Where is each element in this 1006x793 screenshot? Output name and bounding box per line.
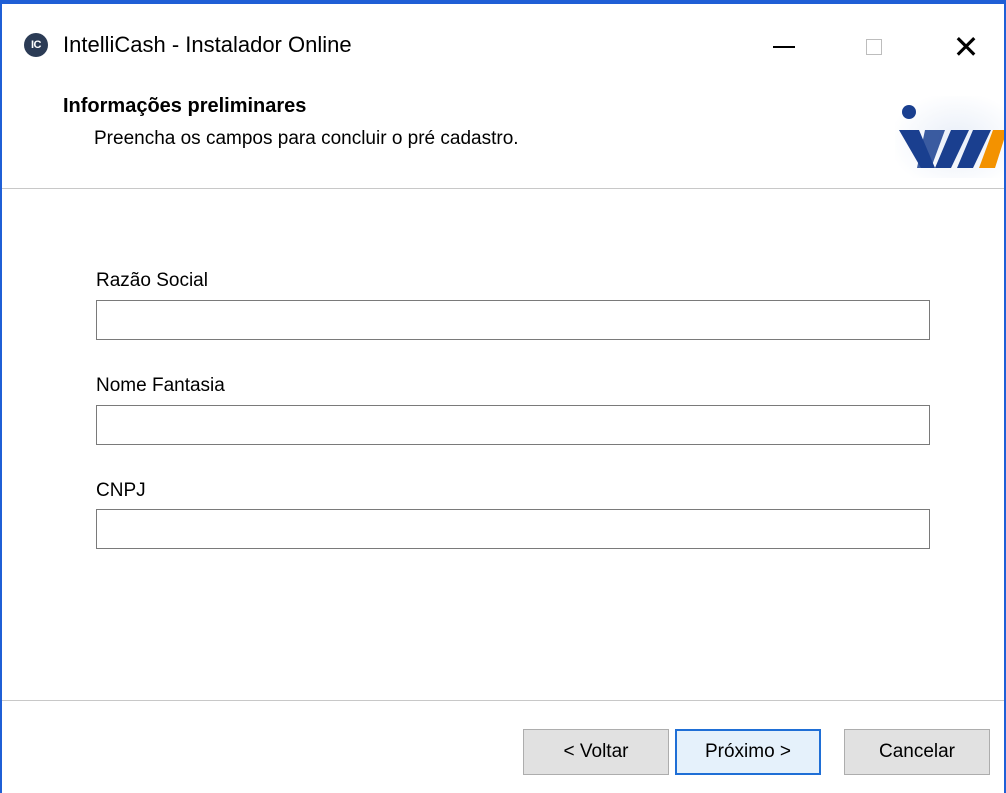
app-icon: IC xyxy=(24,33,48,57)
maximize-icon xyxy=(866,39,882,55)
close-button[interactable]: ✕ xyxy=(936,18,996,76)
minimize-button[interactable] xyxy=(754,18,814,76)
window-title: IntelliCash - Instalador Online xyxy=(63,32,352,57)
razao-social-input[interactable] xyxy=(96,300,930,340)
cnpj-input[interactable] xyxy=(96,509,930,549)
cancel-button[interactable]: Cancelar xyxy=(844,729,990,775)
wizard-header: Informações preliminares Preencha os cam… xyxy=(2,86,1004,188)
title-bar[interactable]: IC IntelliCash - Instalador Online ✕ xyxy=(2,4,1004,86)
header-divider xyxy=(2,188,1004,189)
intellicash-logo-icon xyxy=(895,96,1004,178)
maximize-button[interactable] xyxy=(844,18,904,76)
installer-window: IC IntelliCash - Instalador Online ✕ Inf… xyxy=(0,0,1006,793)
footer-divider xyxy=(2,700,1004,701)
close-icon: ✕ xyxy=(952,29,980,65)
nome-fantasia-input[interactable] xyxy=(96,405,930,445)
page-title: Informações preliminares xyxy=(63,95,307,117)
minimize-icon xyxy=(773,46,795,48)
next-button[interactable]: Próximo > xyxy=(675,729,821,775)
back-button[interactable]: < Voltar xyxy=(523,729,669,775)
cnpj-label: CNPJ xyxy=(96,480,146,501)
razao-social-label: Razão Social xyxy=(96,270,208,291)
nome-fantasia-label: Nome Fantasia xyxy=(96,375,225,396)
page-subtitle: Preencha os campos para concluir o pré c… xyxy=(94,128,519,149)
